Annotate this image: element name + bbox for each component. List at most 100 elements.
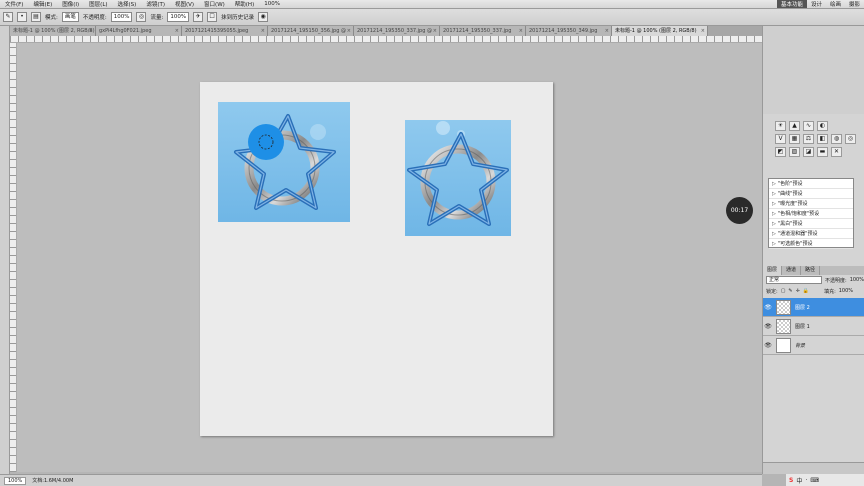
close-icon[interactable]: × [519, 26, 523, 36]
lock-pixels-icon[interactable]: ✎ [788, 288, 792, 294]
blend-mode-select[interactable]: 正常 [766, 276, 822, 284]
close-icon[interactable]: × [175, 26, 179, 36]
layer-row[interactable]: 👁 图层 1 [763, 317, 864, 336]
layer-opacity-value[interactable]: 100% [850, 277, 864, 283]
ime-language-toggle[interactable]: 中 [796, 476, 802, 485]
tools-panel[interactable] [0, 26, 10, 474]
posterize-icon[interactable]: ▨ [789, 147, 800, 157]
document-tab[interactable]: 未标题-1 @ 100% (图层 2, RGB/8) × [10, 26, 96, 36]
channel-mixer-icon[interactable]: ◎ [845, 134, 856, 144]
sogou-logo-icon: S [789, 476, 794, 484]
tab-channels[interactable]: 通道 [782, 266, 802, 275]
document-tab[interactable]: 20171214_195350_349.jpg × [526, 26, 612, 36]
opacity-input[interactable]: 100% [110, 12, 133, 22]
mode-select[interactable]: 画笔 [61, 12, 79, 22]
airbrush-icon[interactable]: ✈ [193, 12, 204, 22]
status-zoom-input[interactable]: 100% [4, 476, 27, 485]
erase-to-history-checkbox[interactable]: ☐ [207, 12, 218, 22]
preset-item[interactable]: ▷ "黑白"预设 [769, 219, 853, 229]
layer-thumbnail [776, 299, 791, 315]
threshold-icon[interactable]: ◪ [803, 147, 814, 157]
lock-position-icon[interactable]: ✛ [796, 288, 800, 294]
layer-name[interactable]: 图层 1 [795, 323, 810, 330]
color-balance-icon[interactable]: ⚖ [803, 134, 814, 144]
vibrance-icon[interactable]: V [775, 134, 786, 144]
close-icon[interactable]: × [701, 26, 705, 36]
workspace-essentials[interactable]: 基本功能 [776, 0, 807, 8]
expand-triangle-icon: ▷ [772, 191, 776, 197]
menu-layer[interactable]: 图层(L) [84, 0, 112, 8]
visibility-eye-icon[interactable]: 👁 [763, 304, 773, 311]
ime-punctuation-icon[interactable]: · [805, 477, 807, 484]
pressure-opacity-icon[interactable]: ◎ [136, 12, 147, 22]
menu-select[interactable]: 选择(S) [113, 0, 142, 8]
document-tab-label: 未标题-1 @ 100% (图层 2, RGB/8) [13, 28, 95, 34]
visibility-eye-icon[interactable]: 👁 [763, 342, 773, 349]
menu-window[interactable]: 窗口(W) [199, 0, 230, 8]
brightness-contrast-icon[interactable]: ☀ [775, 121, 786, 131]
panel-dock-top [763, 26, 864, 114]
menu-filter[interactable]: 滤镜(T) [141, 0, 170, 8]
visibility-eye-icon[interactable]: 👁 [763, 323, 773, 330]
document-tab[interactable]: 20171214_195350_337.jpg × [440, 26, 526, 36]
workspace-painting[interactable]: 绘画 [826, 0, 845, 8]
menu-image[interactable]: 图像(I) [57, 0, 84, 8]
ime-keyboard-icon[interactable]: ⌨ [810, 477, 819, 484]
preset-item[interactable]: ▷ "曝光度"预设 [769, 199, 853, 209]
layer-name[interactable]: 背景 [795, 342, 805, 349]
close-icon[interactable]: × [433, 26, 437, 36]
preset-item[interactable]: ▷ "曲线"预设 [769, 189, 853, 199]
document-canvas[interactable] [200, 82, 553, 436]
layer-thumbnail [776, 318, 791, 334]
fill-value[interactable]: 100% [839, 288, 853, 294]
menu-help[interactable]: 帮助(H) [230, 0, 259, 8]
gradient-map-icon[interactable]: ▬ [817, 147, 828, 157]
tab-layers[interactable]: 图层 [763, 266, 783, 275]
menu-view[interactable]: 视图(V) [170, 0, 199, 8]
workspace-photography[interactable]: 摄影 [845, 0, 864, 8]
document-tab[interactable]: 20171214_195350_337.jpg @ × [354, 26, 440, 36]
document-size-info[interactable]: 文档:1.6M/4.00M [32, 477, 73, 484]
ruler-vertical[interactable] [10, 43, 17, 472]
lock-all-icon[interactable]: 🔒 [803, 288, 809, 294]
expand-triangle-icon: ▷ [772, 241, 776, 247]
preset-item[interactable]: ▷ "色相/饱和度"预设 [769, 209, 853, 219]
pressure-size-icon[interactable]: ◉ [258, 12, 269, 22]
document-tab[interactable]: 2017121415395055.jpeg × [182, 26, 268, 36]
layer-name[interactable]: 图层 2 [795, 304, 810, 311]
exposure-icon[interactable]: ◐ [817, 121, 828, 131]
curves-icon[interactable]: ∿ [803, 121, 814, 131]
lock-transparency-icon[interactable]: ▢ [781, 288, 786, 294]
tab-paths[interactable]: 路径 [801, 266, 821, 275]
document-tab-label: 未标题-1 @ 100% (图层 2, RGB/8) [615, 28, 697, 34]
menu-edit[interactable]: 编辑(E) [28, 0, 57, 8]
levels-icon[interactable]: ▲ [789, 121, 800, 131]
layer-row[interactable]: 👁 图层 2 [763, 298, 864, 317]
preset-item[interactable]: ▷ "可选颜色"预设 [769, 239, 853, 249]
black-white-icon[interactable]: ◧ [817, 134, 828, 144]
ruler-horizontal[interactable] [10, 36, 762, 43]
layer-row[interactable]: 👁 背景 [763, 336, 864, 355]
workspace-design[interactable]: 设计 [807, 0, 826, 8]
close-icon[interactable]: × [89, 26, 93, 36]
preset-item[interactable]: ▷ "色阶"预设 [769, 179, 853, 189]
close-icon[interactable]: × [261, 26, 265, 36]
document-tab-active[interactable]: 未标题-1 @ 100% (图层 2, RGB/8) × [612, 26, 708, 36]
photo-filter-icon[interactable]: ◍ [831, 134, 842, 144]
preset-item[interactable]: ▷ "通道混和器"预设 [769, 229, 853, 239]
zoom-level-dropdown[interactable]: 100% [259, 1, 285, 7]
document-tab[interactable]: gxPi4Lfhg0F021.jpeg × [96, 26, 182, 36]
document-tab[interactable]: 20171214_195150_356.jpg @ × [268, 26, 354, 36]
hue-saturation-icon[interactable]: ▦ [789, 134, 800, 144]
selective-color-icon[interactable]: ✕ [831, 147, 842, 157]
preset-label: "色相/饱和度"预设 [777, 211, 820, 217]
brush-preset-picker-icon[interactable]: • [17, 12, 27, 22]
layers-panel-footer [763, 462, 864, 474]
invert-icon[interactable]: ◩ [775, 147, 786, 157]
brush-panel-toggle-icon[interactable]: ▤ [31, 12, 41, 22]
history-brush-tool-icon[interactable]: ✎ [3, 12, 13, 22]
close-icon[interactable]: × [347, 26, 351, 36]
menu-file[interactable]: 文件(F) [0, 0, 28, 8]
flow-input[interactable]: 100% [167, 12, 190, 22]
close-icon[interactable]: × [605, 26, 609, 36]
